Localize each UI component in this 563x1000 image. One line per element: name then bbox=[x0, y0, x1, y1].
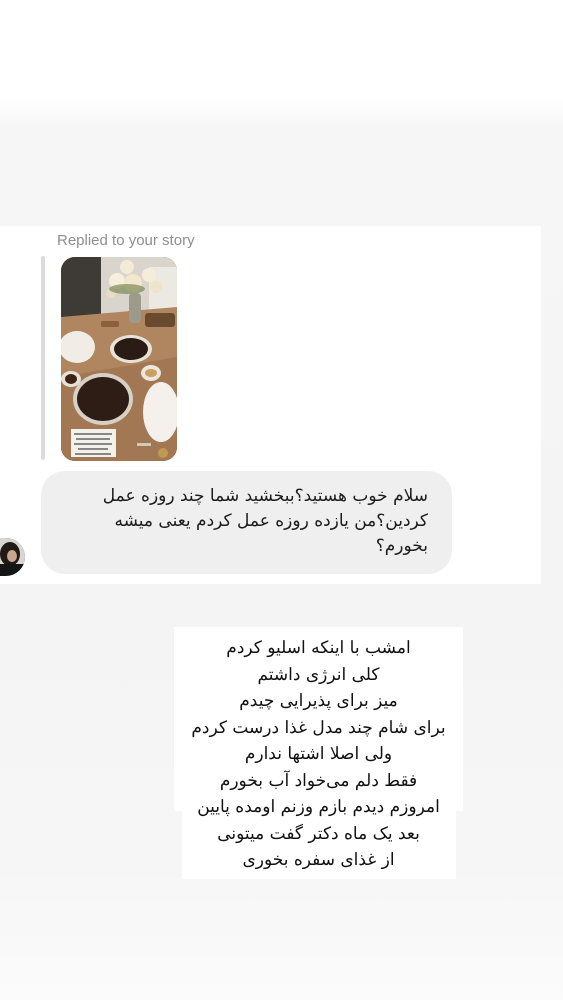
replied-to-story-label: Replied to your story bbox=[57, 232, 195, 249]
story-caption-text: امشب با اینکه اسلیو کردم کلی انرژی داشتم… bbox=[191, 638, 446, 870]
dinner-table-photo-icon bbox=[61, 257, 177, 461]
story-thumbnail[interactable] bbox=[61, 257, 177, 461]
message-text: سلام خوب هستید؟ببخشید شما چند روزه عمل ک… bbox=[102, 486, 428, 556]
message-bubble[interactable]: سلام خوب هستید؟ببخشید شما چند روزه عمل ک… bbox=[41, 471, 452, 574]
story-caption-box: امشب با اینکه اسلیو کردم کلی انرژی داشتم… bbox=[174, 627, 463, 879]
reply-indicator-bar bbox=[41, 256, 45, 460]
